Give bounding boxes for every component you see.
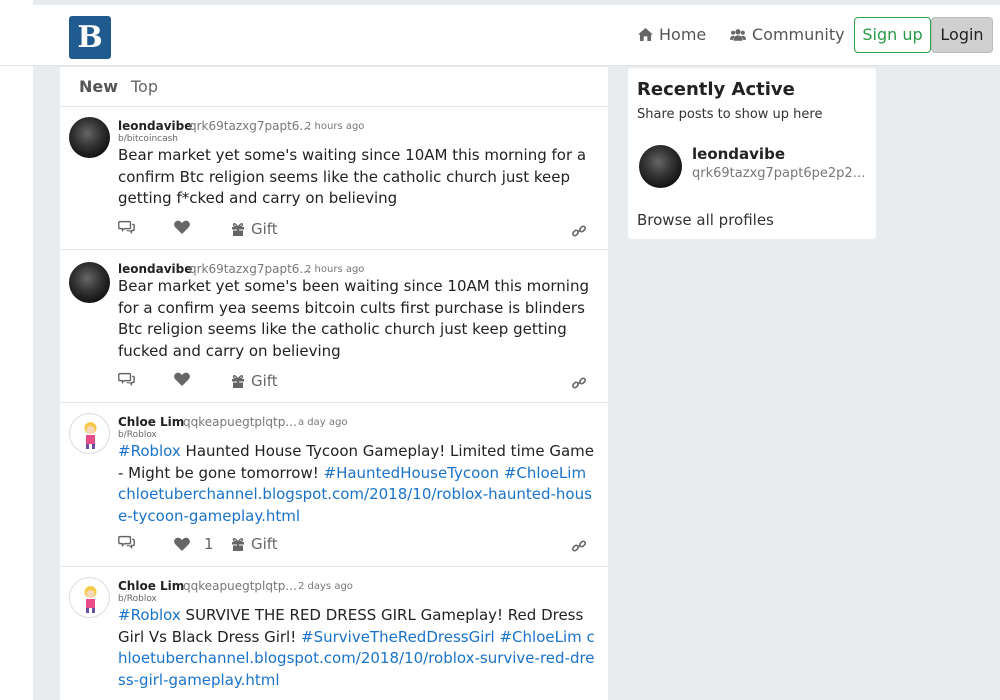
left-margin	[0, 0, 33, 700]
link-icon	[572, 540, 586, 552]
reply-button[interactable]	[118, 220, 135, 234]
post-community[interactable]: b/Roblox	[118, 430, 157, 440]
recently-active-panel: Recently Active Share posts to show up h…	[628, 68, 876, 239]
post-item: Chloe Lim qqkeapuegtplqtp... a day ago b…	[60, 403, 608, 567]
like-button[interactable]: 1	[174, 535, 214, 553]
avatar[interactable]	[69, 117, 110, 158]
nav-home-link[interactable]: Home	[638, 25, 706, 44]
hashtag-link[interactable]: #SurviveTheRedDressGirl	[301, 628, 495, 646]
gift-label: Gift	[251, 220, 278, 238]
comment-icon	[118, 220, 135, 234]
post-community[interactable]: b/Roblox	[118, 594, 157, 604]
post-body: #Roblox Haunted House Tycoon Gameplay! L…	[118, 441, 596, 527]
post-body: #Roblox SURVIVE THE RED DRESS GIRL Gamep…	[118, 605, 596, 691]
post-item: Chloe Lim qqkeapuegtplqtp... 2 days ago …	[60, 567, 608, 700]
hashtag-link[interactable]: #Roblox	[118, 442, 181, 460]
comment-icon	[118, 372, 135, 386]
reply-button[interactable]	[118, 372, 135, 386]
like-button[interactable]	[174, 372, 196, 386]
hashtag-link[interactable]: #ChloeLim	[504, 464, 586, 482]
like-count: 1	[204, 535, 214, 553]
gift-label: Gift	[251, 535, 278, 553]
profile-name[interactable]: leondavibe	[692, 145, 785, 163]
share-link-button[interactable]	[572, 224, 586, 238]
post-handle[interactable]: qrk69tazxg7papt6...	[189, 262, 311, 276]
post-feed: New Top leondavibe qrk69tazxg7papt6... 2…	[60, 67, 608, 700]
gift-button[interactable]: Gift	[231, 372, 278, 390]
hashtag-link[interactable]: #ChloeLim	[499, 628, 581, 646]
nav-community-link[interactable]: Community	[730, 25, 845, 44]
post-handle[interactable]: qqkeapuegtplqtp...	[183, 415, 297, 429]
tab-top[interactable]: Top	[131, 77, 158, 96]
avatar[interactable]	[639, 145, 682, 188]
browse-profiles-link[interactable]: Browse all profiles	[637, 211, 774, 229]
post-handle[interactable]: qrk69tazxg7papt6...	[189, 119, 311, 133]
post-time[interactable]: 2 days ago	[298, 581, 353, 592]
panel-title: Recently Active	[637, 79, 795, 100]
gift-label: Gift	[251, 372, 278, 390]
signup-button[interactable]: Sign up	[854, 17, 931, 53]
nav-community-label: Community	[752, 25, 845, 44]
post-time[interactable]: 2 hours ago	[305, 121, 364, 132]
reply-button[interactable]	[118, 535, 135, 549]
feed-tabs: New Top	[60, 67, 608, 107]
hashtag-link[interactable]: #HauntedHouseTycoon	[324, 464, 500, 482]
like-button[interactable]	[174, 220, 196, 234]
post-actions: Gift	[118, 372, 596, 396]
comment-icon	[118, 535, 135, 549]
users-icon	[730, 29, 746, 41]
post-body: Bear market yet some's been waiting sinc…	[118, 277, 589, 360]
post-author[interactable]: leondavibe	[118, 262, 192, 276]
panel-subtitle: Share posts to show up here	[637, 107, 823, 122]
gift-icon	[232, 375, 244, 388]
link-icon	[572, 225, 586, 237]
home-icon	[638, 28, 653, 41]
share-link-button[interactable]	[572, 376, 586, 390]
post-time[interactable]: a day ago	[298, 417, 347, 428]
hashtag-link[interactable]: #Roblox	[118, 606, 181, 624]
post-author[interactable]: Chloe Lim	[118, 415, 184, 429]
chloe-avatar-icon	[84, 422, 97, 449]
post-actions: Gift	[118, 220, 596, 244]
gift-icon	[232, 223, 244, 236]
heart-icon	[174, 372, 190, 386]
post-url-link[interactable]: chloetuberchannel.blogspot.com/2018/10/r…	[118, 485, 592, 525]
post-author[interactable]: leondavibe	[118, 119, 192, 133]
post-body: Bear market yet some's waiting since 10A…	[118, 146, 587, 207]
post-community[interactable]: b/bitcoincash	[118, 134, 178, 144]
avatar[interactable]	[69, 413, 110, 454]
tab-new[interactable]: New	[79, 77, 118, 96]
avatar[interactable]	[69, 577, 110, 618]
nav-home-label: Home	[659, 25, 707, 44]
post-item: leondavibe qrk69tazxg7papt6... 2 hours a…	[60, 107, 608, 250]
post-author[interactable]: Chloe Lim	[118, 579, 184, 593]
link-icon	[572, 377, 586, 389]
gift-button[interactable]: Gift	[231, 220, 278, 238]
post-item: leondavibe qrk69tazxg7papt6... 2 hours a…	[60, 250, 608, 403]
gift-button[interactable]: Gift	[231, 535, 278, 553]
heart-icon	[174, 537, 190, 551]
top-nav-bar: B Home Community Sign up Login	[0, 5, 1000, 66]
profile-handle[interactable]: qrk69tazxg7papt6pe2p2nl...	[692, 166, 868, 181]
chloe-avatar-icon	[84, 586, 97, 613]
heart-icon	[174, 220, 190, 234]
post-handle[interactable]: qqkeapuegtplqtp...	[183, 579, 297, 593]
logo[interactable]: B	[69, 16, 111, 59]
avatar[interactable]	[69, 262, 110, 303]
post-actions: 1 Gift	[118, 535, 596, 559]
gift-icon	[232, 538, 244, 551]
share-link-button[interactable]	[572, 539, 586, 553]
login-button[interactable]: Login	[931, 17, 993, 53]
post-time[interactable]: 2 hours ago	[305, 264, 364, 275]
